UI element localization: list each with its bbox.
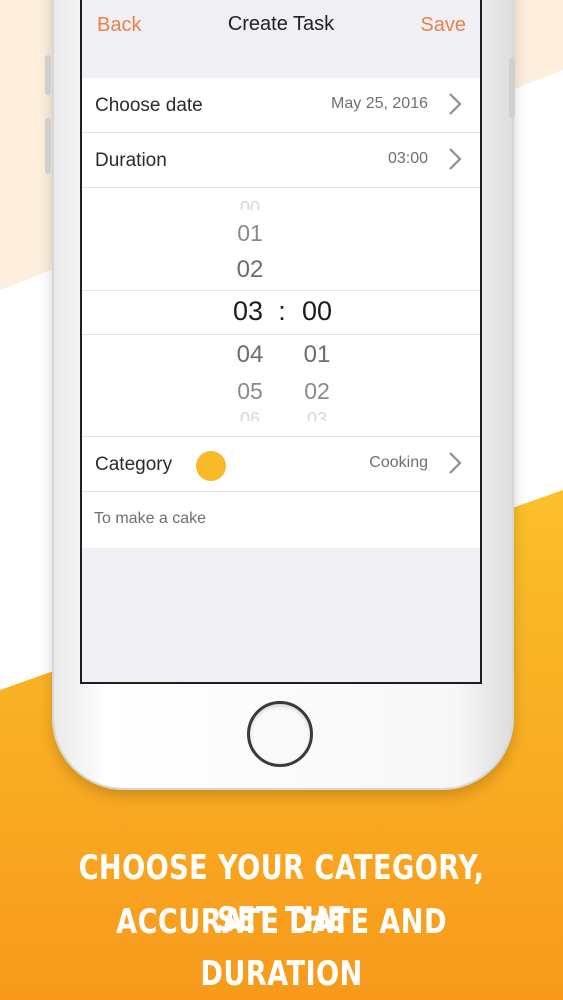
choose-date-row[interactable]: Choose date May 25, 2016 [82,78,480,132]
chevron-right-icon [449,148,462,170]
app-screen: Back Create Task Save Choose date May 25… [80,0,482,684]
minute-option[interactable]: 02 [287,378,347,405]
side-button [45,55,51,95]
power-button [509,58,515,118]
date-value: May 25, 2016 [331,95,428,112]
choose-date-label: Choose date [95,95,203,116]
category-color-dot [196,451,226,481]
duration-row[interactable]: Duration 03:00 [82,133,480,187]
hour-option[interactable]: 05 [220,378,280,405]
category-row[interactable]: Category Cooking [82,437,480,491]
minute-option[interactable]: 03 [287,409,347,421]
hour-option[interactable]: 01 [220,220,280,247]
hour-option[interactable]: 04 [220,341,280,369]
category-label: Category [95,454,173,475]
caption-line-2: ACCURATE DATE AND DURATION [116,902,447,994]
navigation-bar: Back Create Task Save [82,0,480,52]
task-note[interactable]: To make a cake [94,510,206,528]
divider [82,491,480,492]
picker-selection-top [82,290,480,291]
hour-option[interactable]: 00 [220,198,280,210]
hour-option[interactable]: 02 [220,256,280,284]
chevron-right-icon [449,452,462,474]
minute-selected[interactable]: 00 [287,296,347,327]
save-button[interactable]: Save [420,14,466,37]
duration-picker[interactable]: 00 01 02 03 04 05 06 : 00 01 02 03 [82,188,480,436]
duration-value: 03:00 [387,150,428,167]
task-form: Choose date May 25, 2016 Duration 03:00 … [82,78,480,548]
side-button [45,118,51,174]
duration-label: Duration [95,150,167,171]
category-value: Cooking [369,454,428,471]
hour-option[interactable]: 06 [220,409,280,421]
minute-option[interactable]: 01 [287,341,347,369]
picker-selection-bottom [82,334,480,335]
home-button[interactable] [247,701,313,767]
chevron-right-icon [449,93,462,115]
